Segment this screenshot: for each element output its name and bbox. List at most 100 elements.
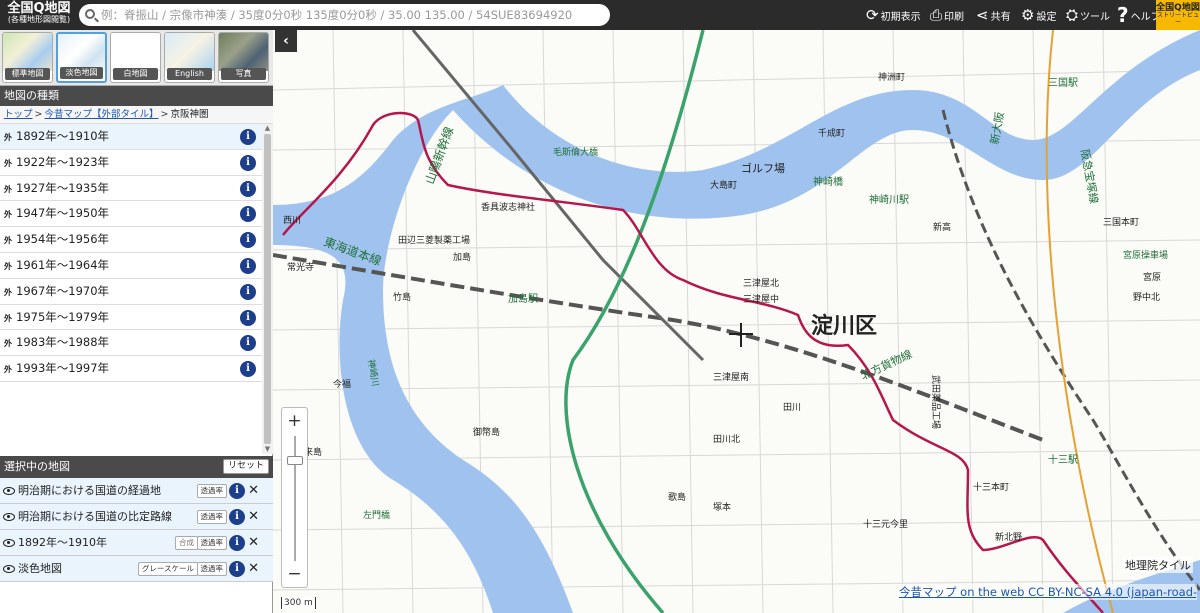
label-utajima: 歌島 — [668, 491, 686, 503]
home-button[interactable]: ⟳ 初期表示 — [866, 0, 921, 30]
selected-map-item[interactable]: 明治期における国道の経過地 透過率 i ✕ — [0, 478, 273, 504]
print-button[interactable]: ⎙ 印刷 — [930, 0, 964, 30]
basemap-photo[interactable]: 写真 — [218, 32, 269, 83]
eye-icon[interactable] — [3, 513, 15, 521]
selected-map-item[interactable]: 1892年～1910年 合成 透過率 i ✕ — [0, 530, 273, 556]
year-item[interactable]: 外 1993年～1997年 i — [0, 356, 262, 382]
info-icon[interactable]: i — [240, 154, 256, 171]
year-item[interactable]: 外 1961年～1964年 i — [0, 252, 262, 279]
label-golf: ゴルフ場 — [741, 161, 785, 175]
info-icon[interactable]: i — [240, 361, 256, 378]
breadcrumb-current: 京阪神圏 — [170, 109, 209, 120]
label-oshima: 大島町 — [710, 179, 737, 191]
label-nonaka-kita: 野中北 — [1133, 291, 1160, 303]
info-icon[interactable]: i — [240, 335, 256, 352]
label-juso-station: 十三駅 — [1048, 453, 1078, 466]
scroll-down-icon[interactable]: ▼ — [264, 446, 271, 453]
map-canvas[interactable]: 淀川区 山陽新幹線 東海道本線 毛斯倫大橋 神崎橋 神崎川駅 新大阪 三国駅 阪… — [273, 30, 1200, 613]
logo-title: 全国Q地図 — [7, 1, 71, 16]
attribution-link[interactable]: 今昔マップ on the web CC BY-NC-SA 4.0 (japan-… — [899, 585, 1197, 599]
year-item[interactable]: 外 1892年～1910年 i — [0, 124, 262, 150]
info-icon[interactable]: i — [229, 561, 245, 577]
year-label: 1922年～1923年 — [16, 154, 110, 169]
printer-icon: ⎙ — [930, 5, 943, 24]
breadcrumb-konjaku[interactable]: 今昔マップ【外部タイル】 — [44, 109, 158, 120]
year-item[interactable]: 外 1927年～1935年 i — [0, 175, 262, 202]
settings-label: 設定 — [1036, 11, 1057, 23]
help-button[interactable]: ? ヘルプ — [1117, 0, 1161, 30]
year-label: 1954年～1956年 — [16, 232, 110, 247]
zoom-out-button[interactable]: − — [282, 563, 307, 585]
year-item[interactable]: 外 1967年～1970年 i — [0, 278, 262, 305]
share-button[interactable]: ⋖ 共有 — [976, 0, 1011, 30]
year-item[interactable]: 外 1983年～1988年 i — [0, 330, 262, 357]
question-icon: ? — [1117, 3, 1129, 27]
label-imafuku: 今福 — [333, 378, 351, 390]
reset-button[interactable]: リセット — [222, 459, 269, 474]
opacity-button[interactable]: 透過率 — [196, 536, 227, 550]
selected-map-label: 明治期における国道の経過地 — [18, 484, 161, 497]
scroll-thumb[interactable] — [264, 134, 271, 444]
gear-icon: ⚙ — [1021, 5, 1035, 24]
info-icon[interactable]: i — [240, 309, 256, 326]
basemap-blank[interactable]: 白地図 — [110, 32, 161, 83]
info-icon[interactable]: i — [229, 535, 245, 551]
year-item[interactable]: 外 1947年～1950年 i — [0, 201, 262, 228]
streetview-link[interactable]: 全国Q地図 ストリートビュー — [1156, 0, 1200, 30]
zoom-slider-handle[interactable] — [287, 456, 303, 465]
info-icon[interactable]: i — [229, 483, 245, 499]
label-mikuni-honmachi: 三国本町 — [1103, 216, 1139, 228]
scroll-up-icon[interactable]: ▲ — [264, 125, 271, 132]
zoom-control: + − — [281, 407, 308, 588]
opacity-button[interactable]: 透過率 — [196, 562, 227, 576]
label-mikuni-station: 三国駅 — [1048, 77, 1078, 89]
eye-icon[interactable] — [3, 565, 15, 573]
basemap-standard[interactable]: 標準地図 — [2, 32, 53, 83]
app-logo[interactable]: 全国Q地図 (各種地形図閲覧) — [3, 2, 75, 28]
close-icon[interactable]: ✕ — [248, 530, 259, 556]
info-icon[interactable]: i — [240, 180, 256, 197]
label-nishikawa: 西川 — [283, 215, 301, 226]
year-item[interactable]: 外 1954年～1956年 i — [0, 227, 262, 253]
sidebar: 標準地図 淡色地図 白地図 English 写真 地図の種類 トップ > 今昔マップ… — [0, 30, 273, 613]
zoom-in-button[interactable]: + — [282, 410, 307, 432]
map-type-heading: 地図の種類 — [0, 86, 273, 106]
search-input[interactable]: 例：脊振山 / 宗像市神湊 / 35度0分0秒 135度0分0秒 / 35.00… — [79, 4, 610, 26]
eye-icon[interactable] — [3, 539, 15, 547]
external-badge: 外 — [4, 184, 12, 194]
close-icon[interactable]: ✕ — [248, 478, 259, 504]
external-badge: 外 — [4, 236, 12, 246]
info-icon[interactable]: i — [240, 206, 256, 223]
tool-label: ツール — [1080, 11, 1111, 23]
settings-button[interactable]: ⚙ 設定 — [1021, 0, 1056, 30]
year-label: 1983年～1988年 — [16, 335, 110, 350]
close-icon[interactable]: ✕ — [248, 556, 259, 582]
opacity-button[interactable]: 透過率 — [196, 510, 227, 524]
gsi-attribution[interactable]: 地理院タイル — [1123, 557, 1193, 573]
info-icon[interactable]: i — [229, 509, 245, 525]
year-item[interactable]: 外 1922年～1923年 i — [0, 149, 262, 176]
selected-map-item[interactable]: 明治期における国道の比定路線 透過率 i ✕ — [0, 504, 273, 530]
zoom-track[interactable] — [294, 436, 296, 561]
map-attribution[interactable]: 今昔マップ on the web CC BY-NC-SA 4.0 (japan-… — [897, 584, 1197, 600]
year-list-scrollbar[interactable]: ▲ ▼ — [262, 124, 273, 454]
label-chinari: 千成町 — [818, 127, 845, 139]
info-icon[interactable]: i — [240, 232, 256, 249]
collapse-sidebar-button[interactable]: ‹ — [275, 30, 297, 52]
basemap-pale[interactable]: 淡色地図 — [56, 32, 107, 83]
label-mitsuya-kita: 三津屋北 — [743, 278, 779, 289]
info-icon[interactable]: i — [240, 283, 256, 300]
label-jokoji: 常光寺 — [287, 261, 314, 273]
info-icon[interactable]: i — [240, 257, 256, 274]
basemap-english[interactable]: English — [164, 32, 215, 83]
year-item[interactable]: 外 1975年～1979年 i — [0, 304, 262, 331]
info-icon[interactable]: i — [240, 129, 256, 145]
breadcrumb-top[interactable]: トップ — [4, 109, 33, 120]
grayscale-button[interactable]: グレースケール — [137, 562, 198, 576]
opacity-button[interactable]: 透過率 — [196, 484, 227, 498]
tool-button[interactable]: ⛭ ツール — [1066, 0, 1110, 30]
eye-icon[interactable] — [3, 487, 15, 495]
composite-button[interactable]: 合成 — [175, 536, 198, 550]
close-icon[interactable]: ✕ — [248, 504, 259, 530]
selected-map-item[interactable]: 淡色地図 グレースケール 透過率 i ✕ — [0, 556, 273, 582]
